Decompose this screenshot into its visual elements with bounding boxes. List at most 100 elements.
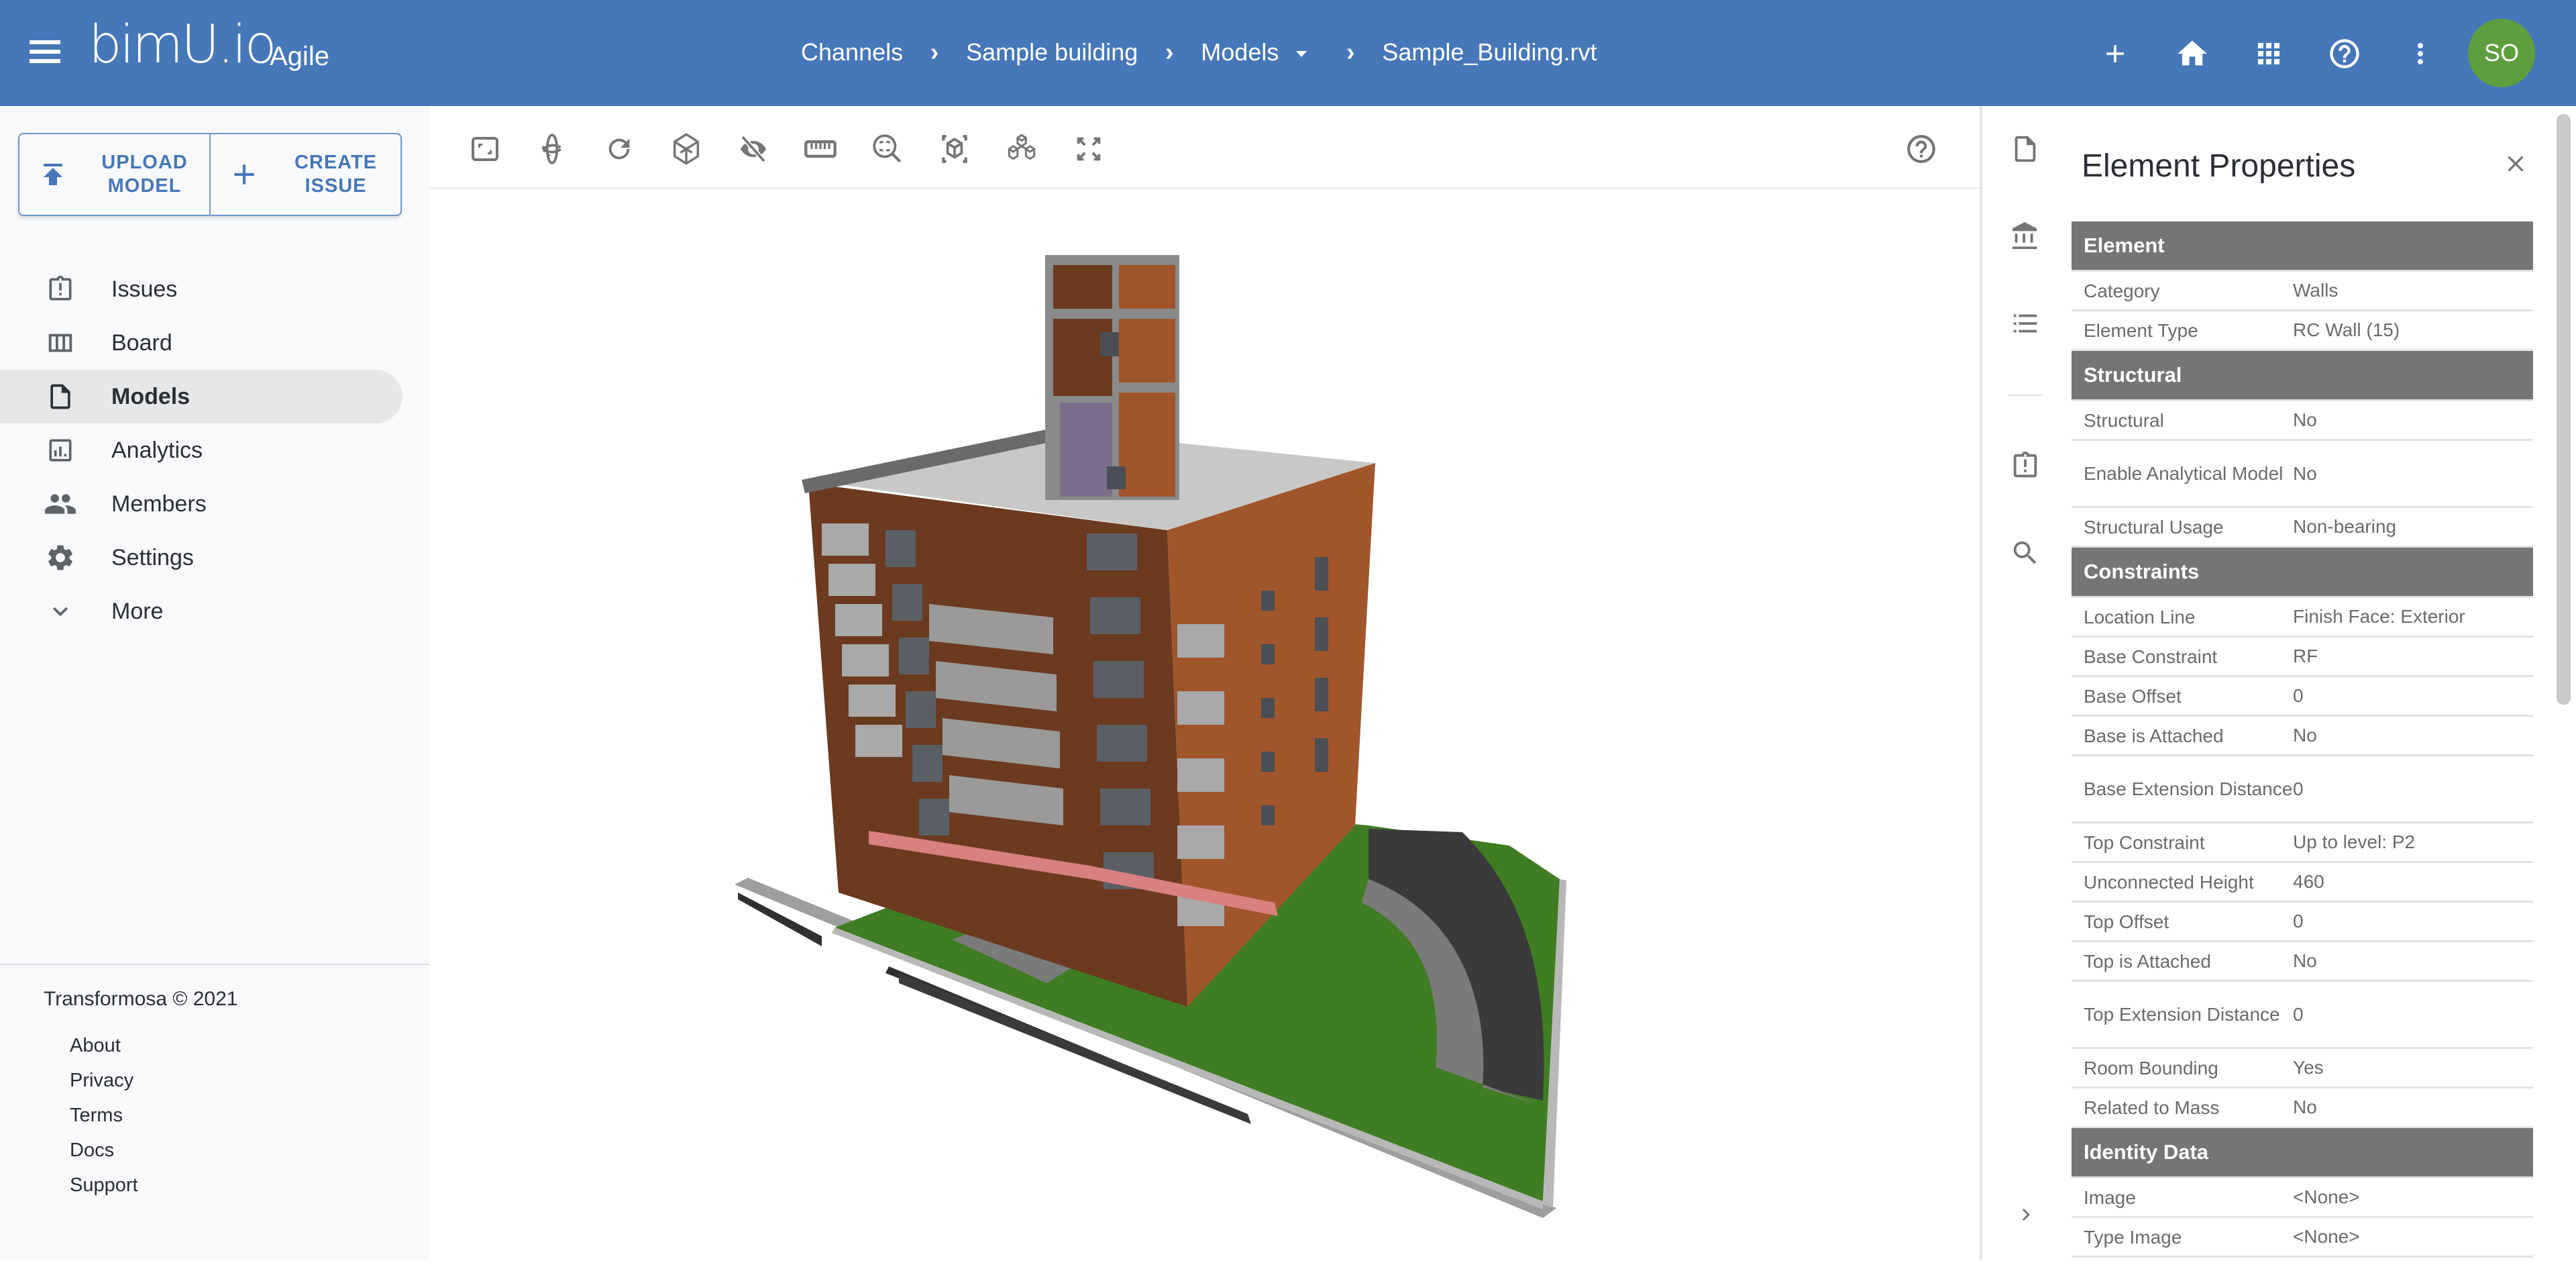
issue-clipboard-icon	[7, 274, 114, 304]
tower-panel	[1119, 393, 1175, 497]
sidebar-item-analytics[interactable]: Analytics	[0, 423, 402, 477]
document-icon[interactable]	[2006, 130, 2044, 168]
sidebar-nav: Issues Board Models Analytics Members Se…	[0, 262, 402, 638]
building-model	[735, 255, 1566, 1218]
logo[interactable]: bimU.io	[89, 19, 276, 71]
list-icon[interactable]	[2006, 305, 2044, 342]
app-header: bimU.io Agile Channels › Sample building…	[0, 0, 2576, 106]
hide-icon[interactable]	[735, 130, 772, 168]
property-key: Room Bounding	[2084, 1057, 2218, 1078]
help-icon[interactable]	[1902, 130, 1940, 168]
footer-link-terms[interactable]: Terms	[70, 1105, 138, 1140]
property-key: Top is Attached	[2084, 950, 2211, 972]
issue-clipboard-icon[interactable]	[2006, 447, 2044, 485]
section-box-icon[interactable]	[667, 130, 705, 168]
create-issue-button[interactable]: CREATE ISSUE	[209, 134, 400, 215]
footer-link-about[interactable]: About	[70, 1035, 138, 1070]
property-row: Structural Usage Non-bearing	[2072, 508, 2533, 548]
section-header[interactable]: Element	[2072, 221, 2533, 272]
section-header[interactable]: Identity Data	[2072, 1128, 2533, 1178]
property-value: Walls	[2293, 280, 2339, 301]
rotate-icon[interactable]	[600, 130, 638, 168]
property-key: Top Offset	[2084, 911, 2169, 932]
close-icon[interactable]	[2501, 149, 2530, 179]
section-header[interactable]: Constraints	[2072, 548, 2533, 598]
property-row: Location Line Finish Face: Exterior	[2072, 598, 2533, 638]
3d-canvas[interactable]	[429, 191, 1980, 1260]
properties-table: Element Category Walls Element Type RC Wal…	[2072, 221, 2533, 1258]
property-key: Structural Usage	[2084, 516, 2224, 538]
property-key: Image	[2084, 1186, 2136, 1208]
footer-link-support[interactable]: Support	[70, 1174, 138, 1209]
breadcrumb: Channels › Sample building › Models › Sa…	[801, 34, 1597, 71]
property-row: Base Offset 0	[2072, 677, 2533, 717]
upload-icon	[19, 158, 87, 191]
sidebar-item-issues[interactable]: Issues	[0, 262, 402, 316]
tower-panel	[1053, 319, 1112, 396]
sidebar-item-label: Models	[111, 383, 191, 409]
panel-title: Element Properties	[2082, 148, 2356, 184]
action-button-group: UPLOAD MODEL CREATE ISSUE	[18, 133, 402, 216]
property-row: Base Constraint RF	[2072, 638, 2533, 677]
sidebar-item-label: More	[111, 598, 164, 624]
property-row: Type Image <None>	[2072, 1218, 2533, 1258]
dropdown-caret-icon	[1296, 50, 1307, 57]
property-key: Base Constraint	[2084, 646, 2218, 667]
property-key: Structural	[2084, 409, 2164, 431]
property-value: 460	[2293, 871, 2324, 892]
breadcrumb-channels[interactable]: Channels	[801, 38, 903, 66]
property-value: <None>	[2293, 1226, 2360, 1247]
sidebar-item-models[interactable]: Models	[0, 370, 402, 423]
breadcrumb-models[interactable]: Models	[1201, 38, 1319, 66]
fullscreen-icon[interactable]	[1070, 130, 1108, 168]
property-value: Non-bearing	[2293, 516, 2397, 537]
sidebar-item-settings[interactable]: Settings	[0, 531, 402, 585]
strip-divider	[2008, 395, 2043, 396]
chevron-down-icon	[7, 597, 114, 626]
sidebar-item-more[interactable]: More	[0, 585, 402, 638]
section-header[interactable]: Structural	[2072, 351, 2533, 401]
bank-icon[interactable]	[2006, 217, 2044, 255]
footer-link-docs[interactable]: Docs	[70, 1140, 138, 1174]
chevron-right-icon: ›	[1165, 38, 1174, 66]
fit-view-icon[interactable]	[466, 130, 504, 168]
model-tree-icon[interactable]	[1003, 130, 1040, 168]
orbit-icon[interactable]	[533, 130, 571, 168]
viewer-toolbar	[429, 106, 1980, 189]
help-icon[interactable]	[2326, 35, 2363, 72]
more-vert-icon[interactable]	[2402, 35, 2439, 72]
zoom-window-icon[interactable]	[869, 130, 906, 168]
property-value: No	[2293, 462, 2317, 484]
file-icon	[7, 382, 114, 411]
footer-link-privacy[interactable]: Privacy	[70, 1070, 138, 1105]
sidebar-item-members[interactable]: Members	[0, 477, 402, 531]
footer-links: About Privacy Terms Docs Support	[70, 1035, 138, 1209]
panel-scrollbar[interactable]	[2557, 114, 2571, 705]
isolate-icon[interactable]	[936, 130, 973, 168]
property-key: Base Extension Distance	[2084, 778, 2293, 799]
property-key: Top Extension Distance	[2084, 1004, 2280, 1025]
apps-grid-icon[interactable]	[2250, 35, 2288, 72]
property-key: Category	[2084, 280, 2160, 301]
search-icon[interactable]	[2006, 534, 2044, 572]
sidebar: UPLOAD MODEL CREATE ISSUE Issues Board M…	[0, 106, 429, 1260]
home-icon[interactable]	[2174, 35, 2211, 72]
property-row: Top is Attached No	[2072, 942, 2533, 982]
plus-icon	[211, 158, 278, 191]
property-row: Top Extension Distance 0	[2072, 982, 2533, 1049]
chevron-right-icon[interactable]	[2012, 1201, 2039, 1228]
upload-model-button[interactable]: UPLOAD MODEL	[19, 134, 209, 215]
sidebar-item-board[interactable]: Board	[0, 316, 402, 370]
plus-icon[interactable]	[2096, 35, 2134, 72]
breadcrumb-models-label: Models	[1201, 38, 1279, 66]
measure-ruler-icon[interactable]	[802, 130, 839, 168]
property-row: Top Constraint Up to level: P2	[2072, 823, 2533, 863]
menu-icon[interactable]	[30, 40, 60, 63]
breadcrumb-sample-building[interactable]: Sample building	[966, 38, 1138, 66]
property-key: Unconnected Height	[2084, 871, 2254, 893]
property-key: Type Image	[2084, 1226, 2182, 1248]
user-avatar[interactable]: SO	[2468, 19, 2535, 87]
property-value: <None>	[2293, 1186, 2360, 1207]
property-value: Finish Face: Exterior	[2293, 606, 2465, 627]
property-value: No	[2293, 1097, 2317, 1117]
